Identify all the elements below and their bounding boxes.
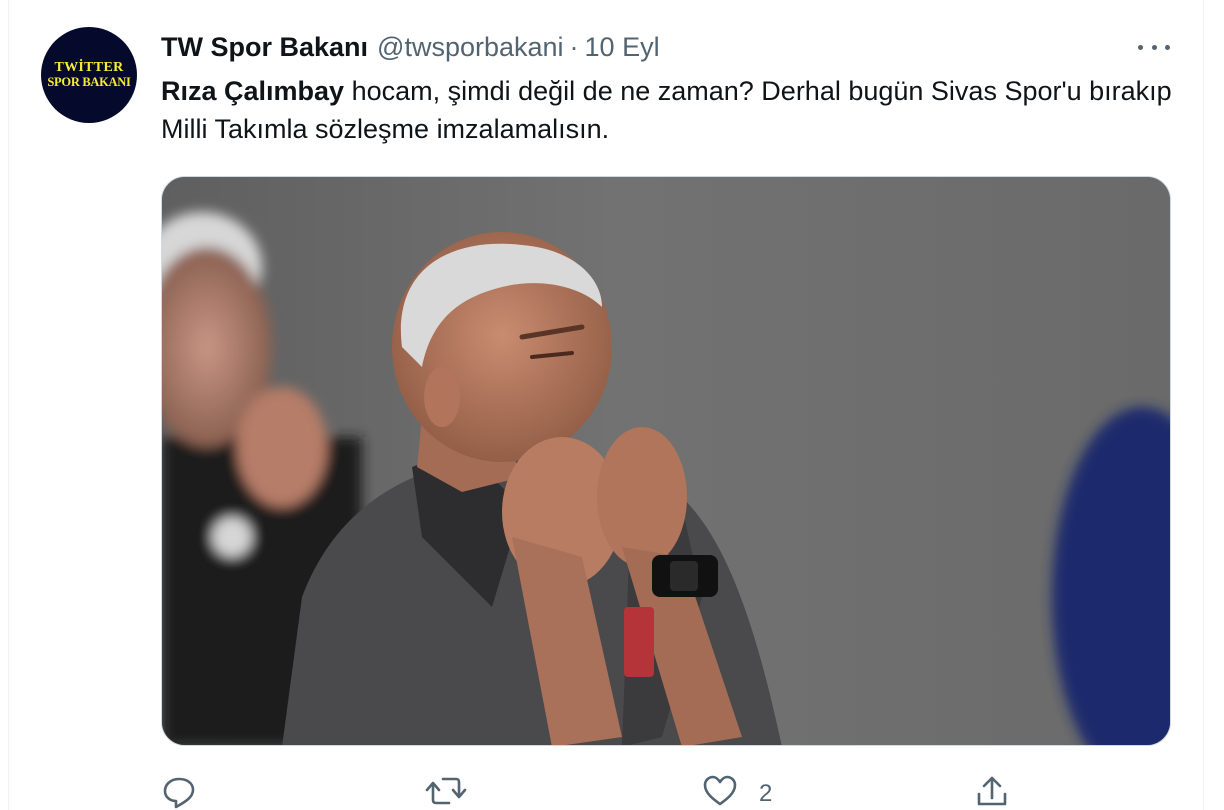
display-name[interactable]: TW Spor Bakanı: [161, 32, 368, 63]
like-button[interactable]: 2: [701, 770, 772, 810]
tweet-photo[interactable]: [161, 176, 1171, 746]
retweet-icon: [425, 777, 467, 805]
tweet-actions: 2: [161, 770, 1171, 810]
like-count: 2: [759, 780, 773, 807]
heart-icon: [703, 775, 737, 806]
tweet-header: TW Spor Bakanı @twsporbakani · 10 Eyl: [161, 30, 660, 64]
photo-image: [162, 177, 1170, 745]
separator: ·: [569, 31, 579, 62]
reply-icon: [163, 777, 195, 809]
share-icon: [977, 776, 1007, 806]
avatar-logo-line1: TWİTTER: [54, 60, 124, 76]
retweet-button[interactable]: [425, 770, 467, 810]
more-dots-icon[interactable]: [1137, 34, 1171, 60]
share-button[interactable]: [973, 770, 1011, 810]
avatar[interactable]: TWİTTER SPOR BAKANI: [41, 27, 137, 123]
tweet-text: Rıza Çalımbay hocam, şimdi değil de ne z…: [161, 72, 1191, 148]
tweet-card[interactable]: TWİTTER SPOR BAKANI TW Spor Bakanı @twsp…: [8, 0, 1204, 810]
user-handle[interactable]: @twsporbakani: [377, 32, 564, 63]
avatar-logo-line2: SPOR BAKANI: [47, 75, 131, 90]
mentioned-name: Rıza Çalımbay: [161, 76, 345, 106]
reply-button[interactable]: [161, 770, 197, 810]
tweet-date[interactable]: 10 Eyl: [585, 32, 660, 63]
